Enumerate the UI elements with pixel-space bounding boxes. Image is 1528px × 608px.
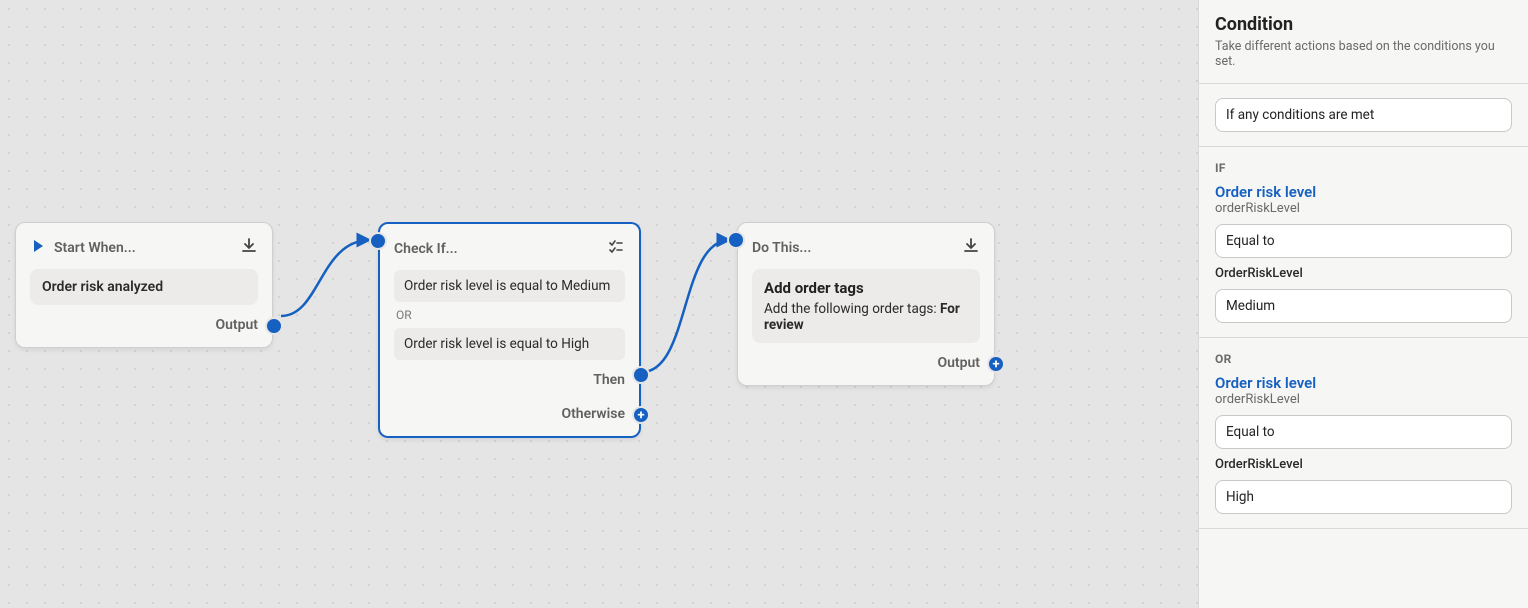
node-check-if[interactable]: Check If... Order risk level is equal to…: [378, 222, 641, 438]
or-separator: OR: [396, 308, 623, 322]
checklist-icon[interactable]: [607, 238, 625, 260]
otherwise-port[interactable]: [632, 406, 650, 424]
node-action-title: Do This...: [752, 240, 811, 256]
play-icon: [30, 238, 46, 258]
condition-var-path: orderRiskLevel: [1215, 201, 1512, 216]
action-detail: Add order tags Add the following order t…: [752, 269, 980, 343]
otherwise-label: Otherwise: [394, 406, 625, 422]
panel-subheading: Take different actions based on the cond…: [1215, 39, 1512, 69]
output-port[interactable]: [265, 317, 283, 335]
node-action[interactable]: Do This... Add order tags Add the follow…: [737, 222, 995, 386]
action-detail-body: Add the following order tags: For review: [764, 301, 968, 333]
condition-1: Order risk level is equal to Medium: [394, 270, 625, 302]
match-mode-select[interactable]: If any conditions are met: [1215, 98, 1512, 132]
input-port[interactable]: [727, 231, 745, 249]
then-port[interactable]: [632, 366, 650, 384]
field-label: OrderRiskLevel: [1215, 266, 1512, 281]
workflow-canvas[interactable]: Start When... Order risk analyzed Output…: [0, 0, 1200, 608]
action-detail-title: Add order tags: [764, 279, 968, 297]
or-label: OR: [1215, 352, 1512, 366]
if-label: IF: [1215, 161, 1512, 175]
value-input[interactable]: Medium: [1215, 289, 1512, 323]
trigger-label: Order risk analyzed: [30, 269, 258, 305]
panel-heading: Condition: [1215, 14, 1512, 35]
node-start-title: Start When...: [54, 240, 136, 256]
operator-select[interactable]: Equal to: [1215, 224, 1512, 258]
output-port[interactable]: [987, 355, 1005, 373]
condition-panel: Condition Take different actions based o…: [1198, 0, 1528, 608]
condition-var-link[interactable]: Order risk level: [1215, 374, 1512, 392]
node-check-title: Check If...: [394, 241, 458, 257]
node-start[interactable]: Start When... Order risk analyzed Output: [15, 222, 273, 348]
import-icon[interactable]: [962, 237, 980, 259]
output-label: Output: [752, 355, 980, 371]
import-icon[interactable]: [240, 237, 258, 259]
operator-select[interactable]: Equal to: [1215, 415, 1512, 449]
input-port[interactable]: [369, 232, 387, 250]
output-label: Output: [30, 317, 258, 333]
condition-var-path: orderRiskLevel: [1215, 392, 1512, 407]
field-label: OrderRiskLevel: [1215, 457, 1512, 472]
value-input[interactable]: High: [1215, 480, 1512, 514]
condition-2: Order risk level is equal to High: [394, 328, 625, 360]
condition-var-link[interactable]: Order risk level: [1215, 183, 1512, 201]
then-label: Then: [394, 372, 625, 388]
